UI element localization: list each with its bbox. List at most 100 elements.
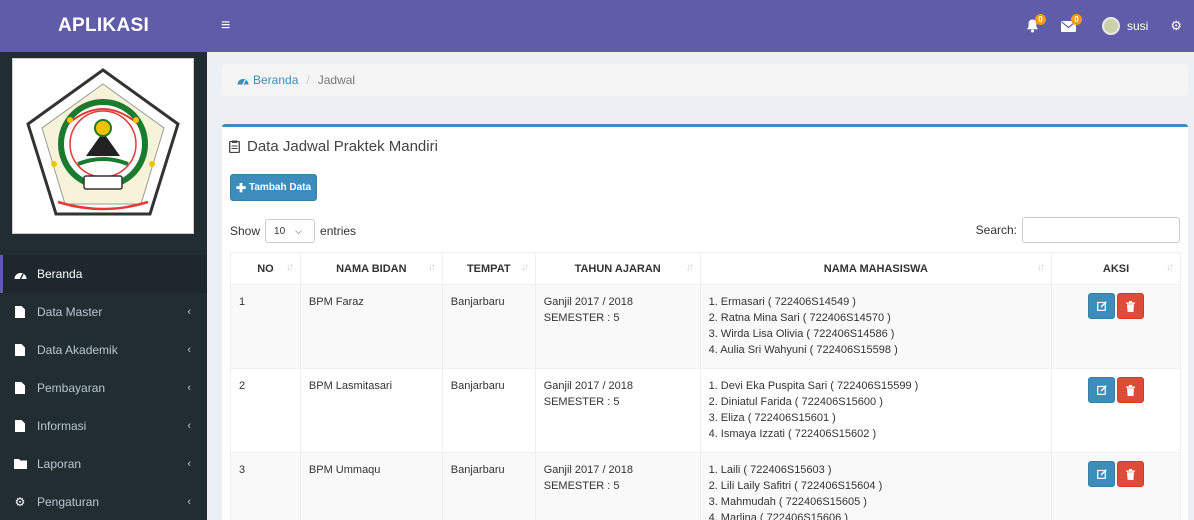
column-header-no[interactable]: NO ↓↑ <box>230 252 301 285</box>
cell-aksi <box>1051 284 1181 369</box>
student-item: 1. Devi Eka Puspita Sari ( 722406S15599 … <box>708 380 919 392</box>
delete-button[interactable] <box>1117 377 1145 403</box>
chevron-down-icon: ⌵ <box>295 225 302 236</box>
edit-button[interactable] <box>1088 461 1116 487</box>
sidebar-item-beranda[interactable]: Beranda <box>0 255 207 293</box>
cell-nama-mahasiswa: 1. Ermasari ( 722406S14549 ) 2. Ratna Mi… <box>699 284 1053 369</box>
column-header-aksi[interactable]: AKSI ↓↑ <box>1051 252 1181 285</box>
edit-icon <box>1096 301 1107 311</box>
messages-count-badge: 0 <box>1071 14 1082 25</box>
cell-nama-bidan: BPM Ummaqu <box>299 452 443 520</box>
add-data-button[interactable]: ✚ Tambah Data <box>230 174 317 201</box>
cell-aksi <box>1051 452 1181 520</box>
dashboard-icon <box>13 268 27 280</box>
cell-tahun-ajaran: Ganjil 2017 / 2018 SEMESTER : 5 <box>534 284 701 369</box>
cell-no: 2 <box>230 368 301 453</box>
edit-button[interactable] <box>1088 293 1116 319</box>
trash-icon <box>1126 300 1136 312</box>
student-item: 1. Ermasari ( 722406S14549 ) <box>708 296 856 308</box>
plus-icon: ✚ <box>235 180 246 195</box>
sidebar-item-label: Beranda <box>37 267 83 281</box>
student-item: 2. Ratna Mina Sari ( 722406S14570 ) <box>708 312 891 324</box>
gear-icon[interactable]: ⚙ <box>1170 18 1182 34</box>
file-icon <box>13 420 27 432</box>
sidebar-item-pengaturan[interactable]: ⚙ Pengaturan ‹ <box>0 483 207 520</box>
sidebar-item-pembayaran[interactable]: Pembayaran ‹ <box>0 369 207 407</box>
app-logo-title[interactable]: APLIKASI <box>0 0 207 52</box>
trash-icon <box>1126 468 1136 480</box>
delete-button[interactable] <box>1117 293 1145 319</box>
student-item: 3. Mahmudah ( 722406S15605 ) <box>708 496 867 508</box>
sort-icon: ↓↑ <box>427 262 436 273</box>
table-row: 2 BPM Lasmitasari Banjarbaru Ganjil 2017… <box>230 368 1181 453</box>
sidebar-item-label: Pengaturan <box>37 495 100 509</box>
search-label: Search: <box>975 223 1017 237</box>
student-item: 3. Eliza ( 722406S15601 ) <box>708 412 836 424</box>
sidebar-toggle-icon[interactable]: ≡ <box>221 17 230 35</box>
sidebar-item-label: Data Akademik <box>37 343 118 357</box>
sidebar-menu: Beranda Data Master ‹ Data Akademik ‹ Pe… <box>0 255 207 520</box>
column-header-nama-mahasiswa[interactable]: NAMA MAHASISWA ↓↑ <box>699 252 1053 285</box>
sidebar-item-laporan[interactable]: Laporan ‹ <box>0 445 207 483</box>
column-header-tempat[interactable]: TEMPAT ↓↑ <box>441 252 536 285</box>
file-icon <box>13 382 27 394</box>
sort-asc-icon: ↓↑ <box>285 262 294 273</box>
delete-button[interactable] <box>1117 461 1145 487</box>
user-name: susi <box>1127 19 1149 33</box>
edit-icon <box>1096 469 1107 479</box>
sidebar-item-label: Laporan <box>37 457 82 471</box>
sort-icon: ↓↑ <box>520 262 529 273</box>
student-item: 4. Marlina ( 722406S15606 ) <box>708 512 849 520</box>
sidebar-item-data-master[interactable]: Data Master ‹ <box>0 293 207 331</box>
breadcrumb: Beranda / Jadwal <box>222 64 1188 96</box>
student-item: 4. Aulia Sri Wahyuni ( 722406S15598 ) <box>708 344 898 356</box>
breadcrumb-home-link[interactable]: Beranda <box>237 73 298 87</box>
edit-button[interactable] <box>1088 377 1116 403</box>
cell-aksi <box>1051 368 1181 453</box>
folder-icon <box>13 458 27 470</box>
cell-tempat: Banjarbaru <box>441 452 536 520</box>
breadcrumb-current: Jadwal <box>317 73 356 87</box>
cell-nama-mahasiswa: 1. Devi Eka Puspita Sari ( 722406S15599 … <box>699 368 1053 453</box>
cell-tempat: Banjarbaru <box>441 368 536 453</box>
messages-button[interactable]: 0 <box>1050 0 1086 52</box>
table-row: 3 BPM Ummaqu Banjarbaru Ganjil 2017 / 20… <box>230 452 1181 520</box>
notifications-button[interactable]: 0 <box>1014 0 1050 52</box>
sidebar: Beranda Data Master ‹ Data Akademik ‹ Pe… <box>0 52 207 520</box>
sort-icon: ↓↑ <box>1166 262 1174 273</box>
cell-nama-mahasiswa: 1. Laili ( 722406S15603 ) 2. Lili Laily … <box>699 452 1053 520</box>
avatar <box>1102 17 1120 35</box>
cell-no: 3 <box>230 452 301 520</box>
column-header-nama-bidan[interactable]: NAMA BIDAN ↓↑ <box>299 252 443 285</box>
sidebar-item-label: Pembayaran <box>37 381 106 395</box>
schedule-box: Data Jadwal Praktek Mandiri ✚ Tambah Dat… <box>222 124 1188 520</box>
student-item: 2. Lili Laily Safitri ( 722406S15604 ) <box>708 480 883 492</box>
entries-select[interactable]: 10 ⌵ <box>265 219 316 243</box>
column-header-tahun-ajaran[interactable]: TAHUN AJARAN ↓↑ <box>534 252 701 285</box>
entries-label: entries <box>320 224 357 238</box>
box-title-text: Data Jadwal Praktek Mandiri <box>247 138 438 155</box>
cell-tahun-ajaran: Ganjil 2017 / 2018 SEMESTER : 5 <box>534 368 701 453</box>
sort-icon: ↓↑ <box>685 262 694 273</box>
institution-logo <box>12 58 194 234</box>
entries-value: 10 <box>274 225 286 237</box>
chevron-left-icon: ‹ <box>187 496 191 508</box>
chevron-left-icon: ‹ <box>187 420 191 432</box>
sidebar-item-data-akademik[interactable]: Data Akademik ‹ <box>0 331 207 369</box>
clipboard-icon <box>229 140 240 153</box>
sidebar-item-informasi[interactable]: Informasi ‹ <box>0 407 207 445</box>
show-label: Show <box>230 224 261 238</box>
sort-icon: ↓↑ <box>1037 262 1045 273</box>
entries-length-control: Show 10 ⌵ entries <box>230 219 356 243</box>
search-input[interactable] <box>1022 217 1180 243</box>
sidebar-item-label: Informasi <box>37 419 87 433</box>
navbar-right: 0 0 susi ⚙ <box>1014 0 1194 52</box>
cell-nama-bidan: BPM Lasmitasari <box>299 368 443 453</box>
top-navbar: ≡ 0 0 susi ⚙ <box>207 0 1194 52</box>
file-icon <box>13 344 27 356</box>
box-title: Data Jadwal Praktek Mandiri <box>229 138 438 155</box>
chevron-left-icon: ‹ <box>187 458 191 470</box>
akbid-emblem-icon <box>26 68 180 216</box>
user-menu[interactable]: susi <box>1102 17 1148 35</box>
edit-icon <box>1096 385 1107 395</box>
